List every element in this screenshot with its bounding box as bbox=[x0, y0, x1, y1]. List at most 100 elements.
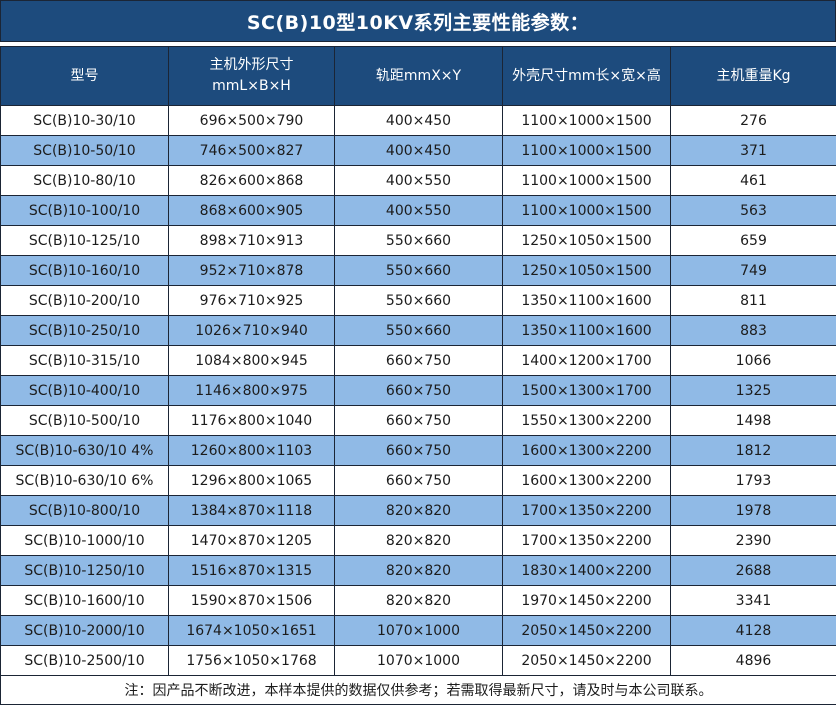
table-cell: 1260×800×1103 bbox=[169, 436, 335, 466]
table-cell: SC(B)10-630/10 6% bbox=[1, 466, 169, 496]
table-row: SC(B)10-30/10696×500×790400×4501100×1000… bbox=[1, 106, 836, 136]
table-row: SC(B)10-1600/101590×870×1506820×8201970×… bbox=[1, 586, 836, 616]
table-cell: 1500×1300×1700 bbox=[503, 376, 671, 406]
column-header-host-weight: 主机重量Kg bbox=[671, 47, 836, 106]
table-cell: 371 bbox=[671, 136, 836, 166]
table-cell: 749 bbox=[671, 256, 836, 286]
table-cell: SC(B)10-125/10 bbox=[1, 226, 169, 256]
table-cell: 660×750 bbox=[335, 376, 503, 406]
table-cell: SC(B)10-1600/10 bbox=[1, 586, 169, 616]
table-cell: SC(B)10-630/10 4% bbox=[1, 436, 169, 466]
table-cell: 400×550 bbox=[335, 166, 503, 196]
table-cell: SC(B)10-2000/10 bbox=[1, 616, 169, 646]
column-header-shell-dimensions: 外壳尺寸mm长×宽×高 bbox=[503, 47, 671, 106]
table-body: SC(B)10-30/10696×500×790400×4501100×1000… bbox=[1, 106, 836, 676]
table-cell: 1793 bbox=[671, 466, 836, 496]
table-row: SC(B)10-315/101084×800×945660×7501400×12… bbox=[1, 346, 836, 376]
column-header-label: 主机外形尺寸 bbox=[171, 55, 332, 76]
table-cell: 660×750 bbox=[335, 466, 503, 496]
table-row: SC(B)10-1250/101516×870×1315820×8201830×… bbox=[1, 556, 836, 586]
table-cell: 868×600×905 bbox=[169, 196, 335, 226]
table-cell: 1250×1050×1500 bbox=[503, 256, 671, 286]
table-cell: 1100×1000×1500 bbox=[503, 106, 671, 136]
table-cell: 1812 bbox=[671, 436, 836, 466]
table-cell: 1498 bbox=[671, 406, 836, 436]
table-cell: 660×750 bbox=[335, 406, 503, 436]
table-cell: 1600×1300×2200 bbox=[503, 466, 671, 496]
table-row: SC(B)10-50/10746×500×827400×4501100×1000… bbox=[1, 136, 836, 166]
page: SC(B)10型10KV系列主要性能参数： 型号 主机外形尺寸 mmL×B×H … bbox=[0, 0, 836, 705]
table-cell: 1830×1400×2200 bbox=[503, 556, 671, 586]
page-title: SC(B)10型10KV系列主要性能参数： bbox=[0, 0, 836, 42]
table-cell: 550×660 bbox=[335, 226, 503, 256]
table-row: SC(B)10-250/101026×710×940550×6601350×11… bbox=[1, 316, 836, 346]
table-cell: 1066 bbox=[671, 346, 836, 376]
table-cell: 1700×1350×2200 bbox=[503, 526, 671, 556]
table-cell: 1674×1050×1651 bbox=[169, 616, 335, 646]
table-cell: 1070×1000 bbox=[335, 646, 503, 676]
table-cell: 976×710×925 bbox=[169, 286, 335, 316]
table-cell: 820×820 bbox=[335, 496, 503, 526]
table-cell: 400×450 bbox=[335, 106, 503, 136]
table-row: SC(B)10-100/10868×600×905400×5501100×100… bbox=[1, 196, 836, 226]
table-cell: SC(B)10-315/10 bbox=[1, 346, 169, 376]
table-cell: 1970×1450×2200 bbox=[503, 586, 671, 616]
column-header-label: 外壳尺寸mm长×宽×高 bbox=[505, 66, 668, 87]
table-cell: 1700×1350×2200 bbox=[503, 496, 671, 526]
column-header-host-dimensions: 主机外形尺寸 mmL×B×H bbox=[169, 47, 335, 106]
table-cell: SC(B)10-80/10 bbox=[1, 166, 169, 196]
table-cell: 820×820 bbox=[335, 526, 503, 556]
table-row: SC(B)10-80/10826×600×868400×5501100×1000… bbox=[1, 166, 836, 196]
table-cell: SC(B)10-200/10 bbox=[1, 286, 169, 316]
table-footer: 注：因产品不断改进，本样本提供的数据仅供参考；若需取得最新尺寸，请及时与本公司联… bbox=[1, 676, 836, 705]
table-row: SC(B)10-1000/101470×870×1205820×8201700×… bbox=[1, 526, 836, 556]
column-header-rail-gauge: 轨距mmX×Y bbox=[335, 47, 503, 106]
table-cell: 696×500×790 bbox=[169, 106, 335, 136]
table-row: SC(B)10-125/10898×710×913550×6601250×105… bbox=[1, 226, 836, 256]
table-cell: SC(B)10-1250/10 bbox=[1, 556, 169, 586]
table-cell: SC(B)10-800/10 bbox=[1, 496, 169, 526]
table-cell: 1250×1050×1500 bbox=[503, 226, 671, 256]
table-cell: 1100×1000×1500 bbox=[503, 196, 671, 226]
table-cell: SC(B)10-1000/10 bbox=[1, 526, 169, 556]
table-cell: 1146×800×975 bbox=[169, 376, 335, 406]
table-cell: 1590×870×1506 bbox=[169, 586, 335, 616]
table-cell: SC(B)10-400/10 bbox=[1, 376, 169, 406]
table-cell: 1400×1200×1700 bbox=[503, 346, 671, 376]
table-row: SC(B)10-800/101384×870×1118820×8201700×1… bbox=[1, 496, 836, 526]
table-cell: 820×820 bbox=[335, 556, 503, 586]
table-cell: 2688 bbox=[671, 556, 836, 586]
table-cell: SC(B)10-250/10 bbox=[1, 316, 169, 346]
table-cell: 659 bbox=[671, 226, 836, 256]
table-row: SC(B)10-500/101176×800×1040660×7501550×1… bbox=[1, 406, 836, 436]
table-cell: 746×500×827 bbox=[169, 136, 335, 166]
table-cell: 400×450 bbox=[335, 136, 503, 166]
table-cell: 811 bbox=[671, 286, 836, 316]
table-cell: 1100×1000×1500 bbox=[503, 136, 671, 166]
table-cell: 1070×1000 bbox=[335, 616, 503, 646]
footnote: 注：因产品不断改进，本样本提供的数据仅供参考；若需取得最新尺寸，请及时与本公司联… bbox=[1, 676, 836, 705]
table-cell: 1100×1000×1500 bbox=[503, 166, 671, 196]
table-cell: 3341 bbox=[671, 586, 836, 616]
table-cell: 550×660 bbox=[335, 256, 503, 286]
table-cell: 660×750 bbox=[335, 346, 503, 376]
table-cell: 1350×1100×1600 bbox=[503, 316, 671, 346]
note-row: 注：因产品不断改进，本样本提供的数据仅供参考；若需取得最新尺寸，请及时与本公司联… bbox=[1, 676, 836, 705]
table-cell: SC(B)10-30/10 bbox=[1, 106, 169, 136]
table-cell: 550×660 bbox=[335, 286, 503, 316]
table-cell: 2050×1450×2200 bbox=[503, 616, 671, 646]
table-cell: 952×710×878 bbox=[169, 256, 335, 286]
table-cell: 898×710×913 bbox=[169, 226, 335, 256]
table-row: SC(B)10-2000/101674×1050×16511070×100020… bbox=[1, 616, 836, 646]
table-cell: SC(B)10-160/10 bbox=[1, 256, 169, 286]
table-cell: SC(B)10-100/10 bbox=[1, 196, 169, 226]
table-cell: 400×550 bbox=[335, 196, 503, 226]
table-cell: 1470×870×1205 bbox=[169, 526, 335, 556]
table-cell: 4896 bbox=[671, 646, 836, 676]
table-cell: 660×750 bbox=[335, 436, 503, 466]
column-header-model: 型号 bbox=[1, 47, 169, 106]
table-row: SC(B)10-160/10952×710×878550×6601250×105… bbox=[1, 256, 836, 286]
table-cell: 1084×800×945 bbox=[169, 346, 335, 376]
table-cell: 1516×870×1315 bbox=[169, 556, 335, 586]
table-row: SC(B)10-630/10 4%1260×800×1103660×750160… bbox=[1, 436, 836, 466]
